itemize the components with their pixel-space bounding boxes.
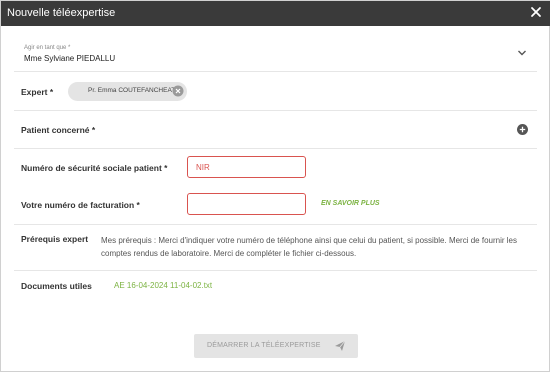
document-link[interactable]: AE 16-04-2024 11-04-02.txt xyxy=(114,281,212,290)
send-icon xyxy=(335,340,346,351)
start-teleexpertise-button[interactable]: DÉMARRER LA TÉLÉEXPERTISE xyxy=(194,334,358,358)
divider xyxy=(14,110,537,111)
prerequis-text: Mes prérequis : Merci d'indiquer votre n… xyxy=(101,236,517,258)
chevron-down-icon[interactable] xyxy=(517,49,527,57)
agir-label: Agir en tant que * xyxy=(24,45,71,51)
start-button-label: DÉMARRER LA TÉLÉEXPERTISE xyxy=(207,342,321,349)
divider xyxy=(14,71,537,72)
agir-select-value[interactable]: Mme Sylviane PIEDALLU xyxy=(24,54,115,63)
expert-chip[interactable]: Pr. Emma COUTEFANCHEAT xyxy=(68,82,187,101)
en-savoir-plus-link[interactable]: EN SAVOIR PLUS xyxy=(321,200,380,207)
nir-label: Numéro de sécurité sociale patient * xyxy=(21,163,168,173)
dialog-title: Nouvelle téléexpertise xyxy=(7,7,116,19)
patient-label: Patient concerné * xyxy=(21,125,96,135)
expert-label: Expert * xyxy=(21,87,54,97)
documents-label: Documents utiles xyxy=(21,281,92,291)
facturation-label: Votre numéro de facturation * xyxy=(21,200,140,210)
remove-chip-icon[interactable] xyxy=(172,85,184,97)
teleexpertise-dialog: Nouvelle téléexpertise Agir en tant que … xyxy=(0,0,550,372)
plus-circle-icon[interactable] xyxy=(517,124,528,135)
divider xyxy=(14,270,537,271)
expert-chip-label: Pr. Emma COUTEFANCHEAT xyxy=(88,87,176,94)
facturation-input[interactable] xyxy=(187,193,306,215)
divider xyxy=(14,224,537,225)
nir-input[interactable] xyxy=(187,156,306,178)
prerequis-label: Prérequis expert xyxy=(21,234,89,244)
divider xyxy=(14,148,537,149)
close-icon[interactable] xyxy=(529,5,543,19)
dialog-titlebar: Nouvelle téléexpertise xyxy=(1,1,550,26)
